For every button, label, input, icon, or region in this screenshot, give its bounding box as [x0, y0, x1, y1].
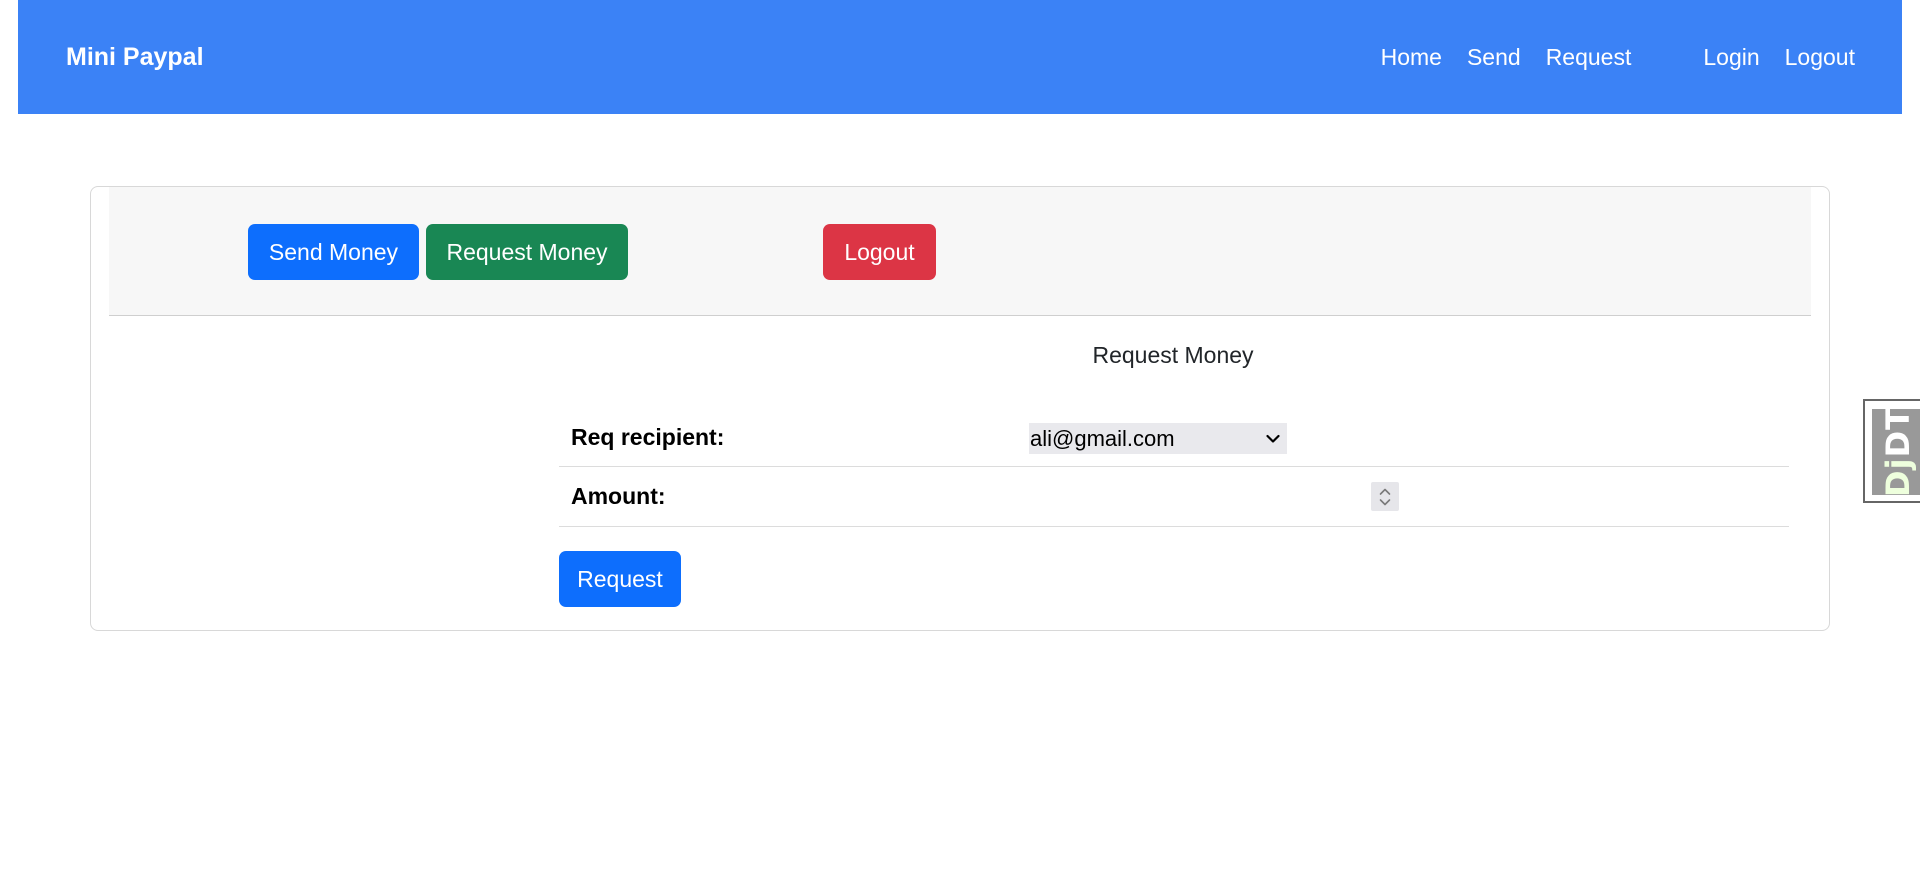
- debug-toolbar-dt: DT: [1878, 409, 1917, 458]
- request-form-table: Req recipient: ali@gmail.com Amount:: [559, 408, 1789, 527]
- form-title: Request Money: [1092, 342, 1254, 368]
- amount-label: Amount:: [571, 483, 666, 509]
- recipient-select-value: ali@gmail.com: [1030, 425, 1175, 451]
- nav-link-home[interactable]: Home: [1381, 44, 1442, 71]
- debug-toolbar-dj: Dj: [1878, 457, 1917, 495]
- nav-links: Home Send Request Login Logout: [1356, 0, 1902, 114]
- spinner-arrows-icon: [1379, 488, 1391, 505]
- recipient-label: Req recipient:: [571, 423, 725, 450]
- recipient-select[interactable]: ali@gmail.com: [1029, 423, 1287, 454]
- debug-toolbar-handle[interactable]: DjDT: [1863, 399, 1920, 503]
- chevron-down-icon: [1259, 423, 1287, 454]
- send-money-button[interactable]: Send Money: [248, 224, 419, 280]
- nav-link-logout[interactable]: Logout: [1785, 44, 1855, 71]
- nav-link-login[interactable]: Login: [1703, 44, 1759, 71]
- card-header: Send Money Request Money Logout: [109, 187, 1811, 316]
- nav-link-send[interactable]: Send: [1467, 44, 1521, 71]
- request-money-button[interactable]: Request Money: [426, 224, 628, 280]
- amount-row: Amount:: [559, 467, 1789, 527]
- amount-input[interactable]: [1029, 482, 1315, 511]
- amount-spinner[interactable]: [1371, 482, 1399, 511]
- debug-toolbar-text: DjDT: [1879, 409, 1917, 495]
- main-card: Send Money Request Money Logout Request …: [90, 186, 1830, 631]
- top-navbar: Mini Paypal Home Send Request Login Logo…: [18, 0, 1902, 114]
- debug-toolbar-logo: DjDT: [1872, 409, 1920, 495]
- recipient-row: Req recipient: ali@gmail.com: [559, 408, 1789, 467]
- logout-button[interactable]: Logout: [823, 224, 936, 280]
- nav-link-request[interactable]: Request: [1546, 44, 1632, 71]
- brand-link[interactable]: Mini Paypal: [66, 0, 204, 114]
- request-submit-button[interactable]: Request: [559, 551, 681, 607]
